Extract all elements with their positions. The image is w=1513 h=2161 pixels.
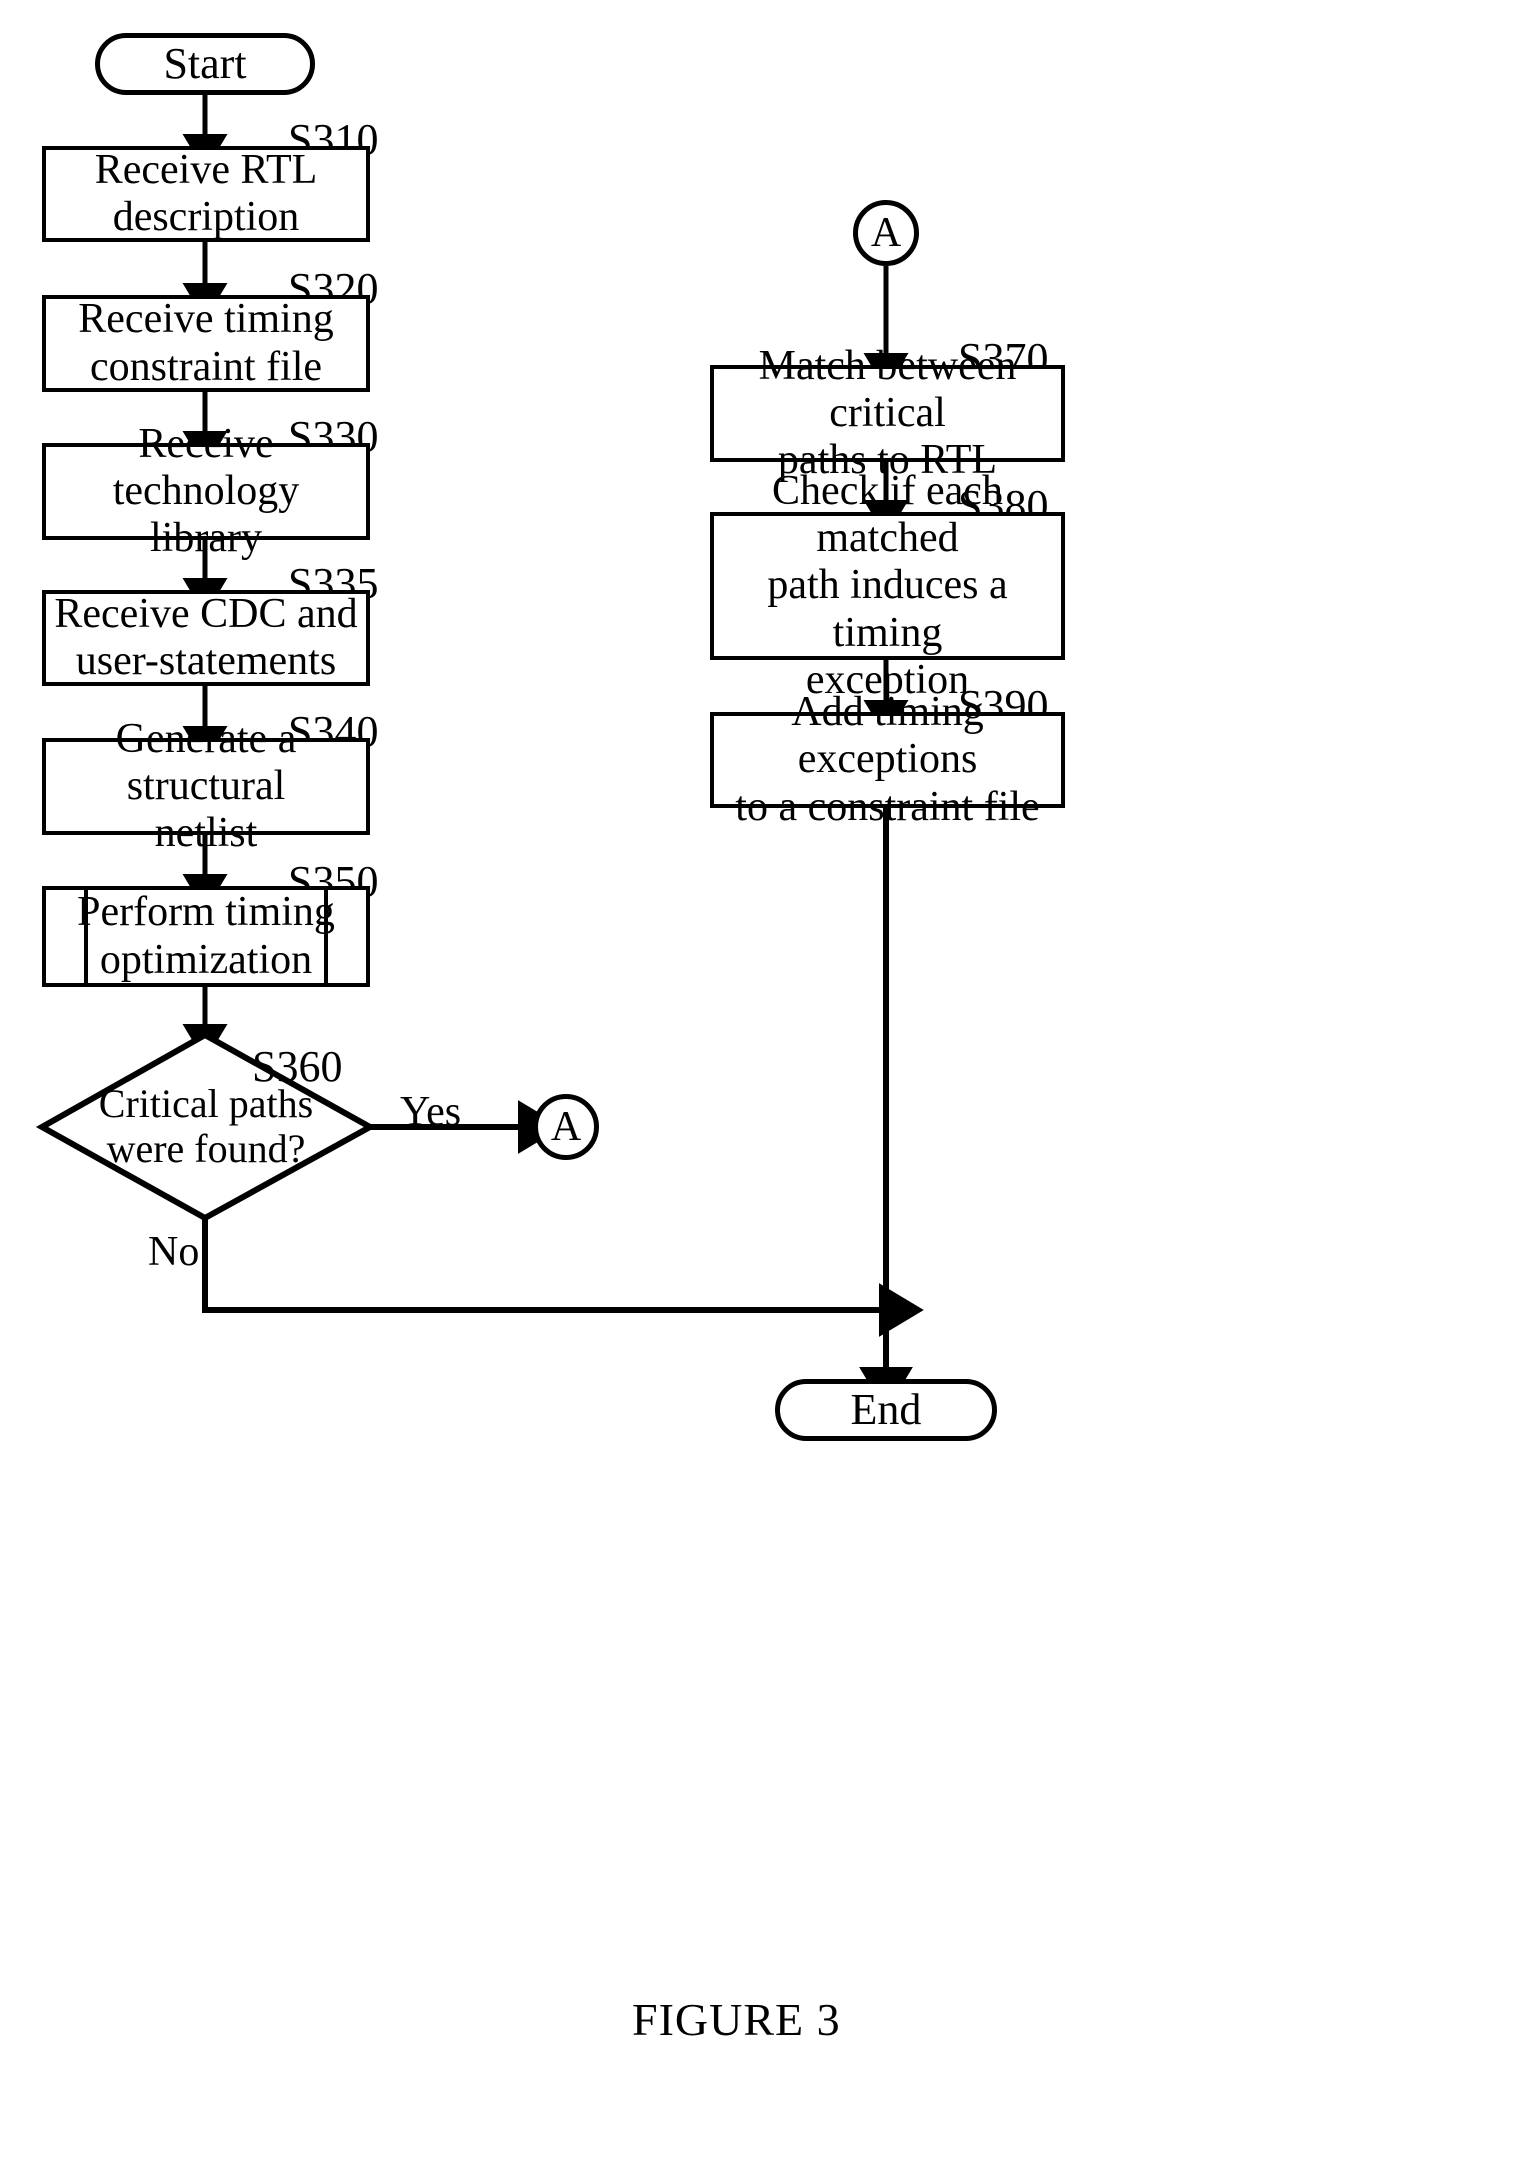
branch-label-no: No [148,1229,200,1275]
process-box-s340: Generate a structural netlist [42,716,370,856]
process-box-s390-line1: Add timing exceptions [791,689,984,783]
figure-caption: FIGURE 3 [632,1994,841,2045]
process-box-s335-line2: user-statements [75,638,337,684]
process-box-s320-line1: Receive timing [78,296,334,343]
process-box-s320: Receive timing constraint file [42,295,370,392]
process-box-s380-line2: path induces a timing [767,562,1008,656]
process-box-s380: Check if each matched path induces a tim… [710,468,1065,703]
subprocess-left-bar [84,886,88,987]
decision-diamond-s360-line2: were found? [106,1125,306,1171]
start-terminal: Start [95,33,315,95]
subprocess-right-bar [324,886,328,987]
process-box-s330-line2: library [150,515,262,562]
end-terminal-label: End [850,1385,922,1435]
connector-a-target: A [853,200,919,266]
process-box-s370: Match between critical paths to RTL [710,343,1065,483]
start-terminal-label: Start [163,39,247,89]
connector-a-target-label: A [870,210,902,256]
connector-a-source: A [533,1094,599,1160]
decision-diamond-s360: Critical paths were found? [42,1035,370,1218]
process-box-s370-line1: Match between critical [758,342,1017,436]
branch-label-yes: Yes [400,1089,462,1135]
process-box-s310: Receive RTL description [42,146,370,242]
process-box-s390-line2: to a constraint file [735,783,1040,830]
process-box-s340-line1: Generate a structural [115,715,297,809]
process-box-s340-line2: netlist [154,810,258,857]
subprocess-box-s350-line2: optimization [99,936,313,983]
process-box-s335: Receive CDC and user-statements [42,590,370,686]
process-box-s320-line2: constraint file [89,343,323,390]
process-box-s330-line1: Receive technology [112,420,300,514]
connector-a-source-label: A [550,1104,582,1150]
subprocess-box-s350-line1: Perform timing [77,889,335,936]
process-box-s380-line1: Check if each matched [772,468,1003,562]
process-box-s335-line1: Receive CDC and [54,590,358,637]
process-box-s330: Receive technology library [42,421,370,561]
end-terminal: End [775,1379,997,1441]
subprocess-box-s350: Perform timing optimization [42,886,370,987]
process-box-s310-line1: Receive RTL [94,146,318,193]
decision-diamond-s360-line1: Critical paths [98,1080,314,1126]
flowchart-figure: Start S310 Receive RTL description S320 … [0,0,1513,2161]
process-box-s390: Add timing exceptions to a constraint fi… [710,689,1065,830]
process-box-s310-line2: description [112,194,300,240]
